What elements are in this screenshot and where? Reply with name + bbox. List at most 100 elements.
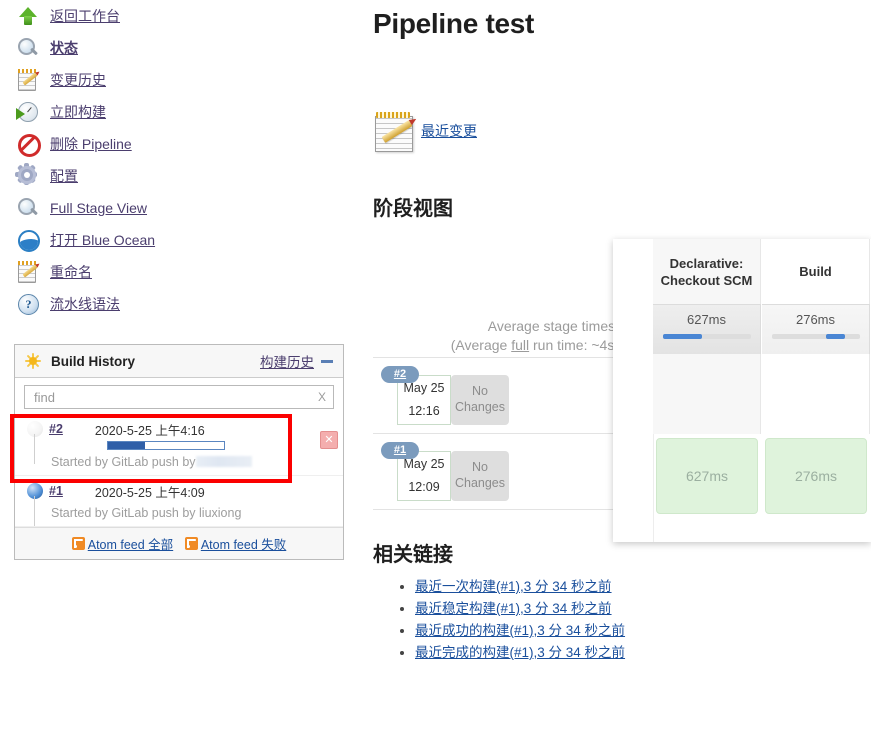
search-icon	[16, 196, 40, 220]
build-history-search-area: X	[15, 378, 343, 414]
build-history-header: Build History 构建历史	[15, 345, 343, 378]
gear-icon	[15, 163, 40, 188]
atom-feed-all[interactable]: Atom feed 全部	[71, 534, 173, 553]
stage-view-section: Average stage times: (Average full run t…	[373, 237, 871, 542]
list-item: 最近成功的构建(#1),3 分 34 秒之前	[415, 619, 871, 639]
build-cause: Started by GitLab push by liuxiong	[51, 506, 343, 520]
last-successful-build-link[interactable]: 最近成功的构建(#1),3 分 34 秒之前	[415, 623, 625, 638]
rss-icon	[184, 537, 198, 550]
stage-average-bar	[662, 334, 751, 339]
stage-column-checkout-scm: Declarative: Checkout SCM 627ms 627ms	[653, 239, 761, 518]
notepad-pencil-icon	[16, 68, 40, 92]
build-progress-bar	[107, 441, 225, 450]
atom-feed-all-link[interactable]: Atom feed 全部	[88, 534, 173, 553]
stage-cell-success[interactable]: 627ms	[656, 438, 758, 514]
notepad-pencil-icon	[373, 110, 418, 152]
stage-average-value: 276ms	[795, 312, 836, 327]
run-time: 12:16	[408, 404, 440, 418]
average-full-run-time-line: (Average full run time: ~4s)	[450, 337, 619, 353]
run-number-badge[interactable]: #2	[381, 366, 419, 383]
build-history-row[interactable]: #2 2020-5-25 上午4:16 Started by GitLab pu…	[15, 414, 343, 476]
build-status-ball-success	[27, 483, 43, 499]
run-date: May 25	[403, 457, 445, 471]
clear-search-icon[interactable]: X	[318, 390, 326, 404]
search-icon	[16, 36, 40, 60]
build-timestamp: 2020-5-25 上午4:09	[94, 485, 205, 500]
build-history-header-actions: 构建历史	[260, 351, 333, 371]
stage-average-cell: 276ms	[762, 304, 870, 354]
sidebar-item-label: 返回工作台	[50, 8, 120, 24]
blue-ocean-icon	[16, 228, 40, 252]
stage-cell-success[interactable]: 276ms	[765, 438, 867, 514]
stage-run-row: #1 May 25 12:09 No Changes	[373, 434, 614, 510]
build-number-link[interactable]: #1	[49, 484, 63, 498]
last-stable-build-link[interactable]: 最近稳定构建(#1),3 分 34 秒之前	[415, 601, 612, 616]
stage-cell-empty	[653, 354, 761, 434]
sidebar-item-label: 状态	[50, 40, 78, 56]
stage-column-header: Declarative: Checkout SCM	[653, 239, 761, 304]
recent-changes-link[interactable]: 最近变更	[421, 121, 477, 141]
notepad-pencil-icon	[16, 260, 40, 284]
sidebar-item-label: 变更历史	[50, 72, 106, 88]
search-input[interactable]	[32, 388, 318, 406]
build-history-panel: Build History 构建历史 X #2 2020-5-25 上午4:16…	[14, 344, 344, 560]
related-links-heading: 相关链接	[373, 544, 453, 566]
sidebar-item-build-now[interactable]: 立即构建	[0, 96, 360, 128]
stage-column-build: Build 276ms 276ms	[762, 239, 870, 518]
run-changes: No Changes	[451, 451, 509, 501]
run-date: May 25	[403, 381, 445, 395]
atom-feed-failed[interactable]: Atom feed 失败	[184, 534, 286, 553]
full-word[interactable]: full	[511, 337, 529, 353]
stage-view-table[interactable]: Declarative: Checkout SCM 627ms 627ms Bu…	[613, 239, 871, 542]
sidebar-item-full-stage-view[interactable]: Full Stage View	[0, 192, 360, 224]
sidebar-item-label: 删除 Pipeline	[50, 136, 132, 152]
run-changes: No Changes	[451, 375, 509, 425]
list-item: 最近稳定构建(#1),3 分 34 秒之前	[415, 597, 871, 617]
sidebar: 返回工作台 状态 变更历史 立即构建 删除 Pipeline 配置 Full S…	[0, 0, 360, 320]
atom-feed-failed-link[interactable]: Atom feed 失败	[201, 534, 286, 553]
main-content: Pipeline test 最近变更 阶段视图 Average stage ti…	[373, 0, 871, 663]
related-links-section: 相关链接 最近一次构建(#1),3 分 34 秒之前 最近稳定构建(#1),3 …	[373, 538, 871, 661]
delete-build-button[interactable]: ✕	[320, 431, 338, 449]
run-number-badge[interactable]: #1	[381, 442, 419, 459]
build-history-footer: Atom feed 全部 Atom feed 失败	[15, 527, 343, 559]
build-history-search-box[interactable]: X	[24, 385, 334, 409]
sidebar-item-back-to-dashboard[interactable]: 返回工作台	[0, 0, 360, 32]
stage-view-heading: 阶段视图	[373, 198, 453, 220]
average-stage-times-note: Average stage times: (Average full run t…	[384, 317, 619, 355]
sidebar-item-label: 配置	[50, 168, 78, 184]
sidebar-item-delete-pipeline[interactable]: 删除 Pipeline	[0, 128, 360, 160]
sidebar-item-status[interactable]: 状态	[0, 32, 360, 64]
last-completed-build-link[interactable]: 最近完成的构建(#1),3 分 34 秒之前	[415, 645, 625, 660]
sidebar-item-label: 立即构建	[50, 104, 106, 120]
stage-average-bar	[771, 334, 860, 339]
redacted-username	[195, 456, 252, 467]
collapse-icon[interactable]	[321, 359, 333, 363]
page-title: Pipeline test	[373, 8, 535, 39]
rss-icon	[71, 537, 85, 550]
weather-sun-icon	[25, 353, 41, 369]
build-number-link[interactable]: #2	[49, 422, 63, 436]
sidebar-item-open-blue-ocean[interactable]: 打开 Blue Ocean	[0, 224, 360, 256]
build-status-ball-in-progress	[27, 421, 43, 437]
stage-cell-empty	[762, 354, 870, 434]
related-links-list: 最近一次构建(#1),3 分 34 秒之前 最近稳定构建(#1),3 分 34 …	[373, 575, 871, 661]
build-cause: Started by GitLab push by	[51, 455, 343, 469]
stage-column-header: Build	[762, 239, 870, 304]
recent-changes-block[interactable]: 最近变更	[373, 110, 871, 152]
sidebar-item-change-history[interactable]: 变更历史	[0, 64, 360, 96]
run-time: 12:09	[408, 480, 440, 494]
build-history-row[interactable]: #1 2020-5-25 上午4:09 Started by GitLab pu…	[15, 476, 343, 527]
build-history-localized-link[interactable]: 构建历史	[260, 351, 314, 371]
stage-average-cell: 627ms	[653, 304, 761, 354]
arrow-up-icon	[16, 4, 40, 28]
sidebar-item-rename[interactable]: 重命名	[0, 256, 360, 288]
build-history-title: Build History	[51, 353, 136, 369]
sidebar-item-pipeline-syntax[interactable]: ? 流水线语法	[0, 288, 360, 320]
sidebar-item-label: 打开 Blue Ocean	[50, 232, 156, 248]
stage-view-run-rows: #2 May 25 12:16 No Changes #1 May 25 12:…	[373, 357, 614, 510]
sidebar-item-configure[interactable]: 配置	[0, 160, 360, 192]
last-build-link[interactable]: 最近一次构建(#1),3 分 34 秒之前	[415, 579, 612, 594]
stage-run-row: #2 May 25 12:16 No Changes	[373, 358, 614, 434]
build-cause-text: Started by GitLab push by	[51, 506, 196, 520]
